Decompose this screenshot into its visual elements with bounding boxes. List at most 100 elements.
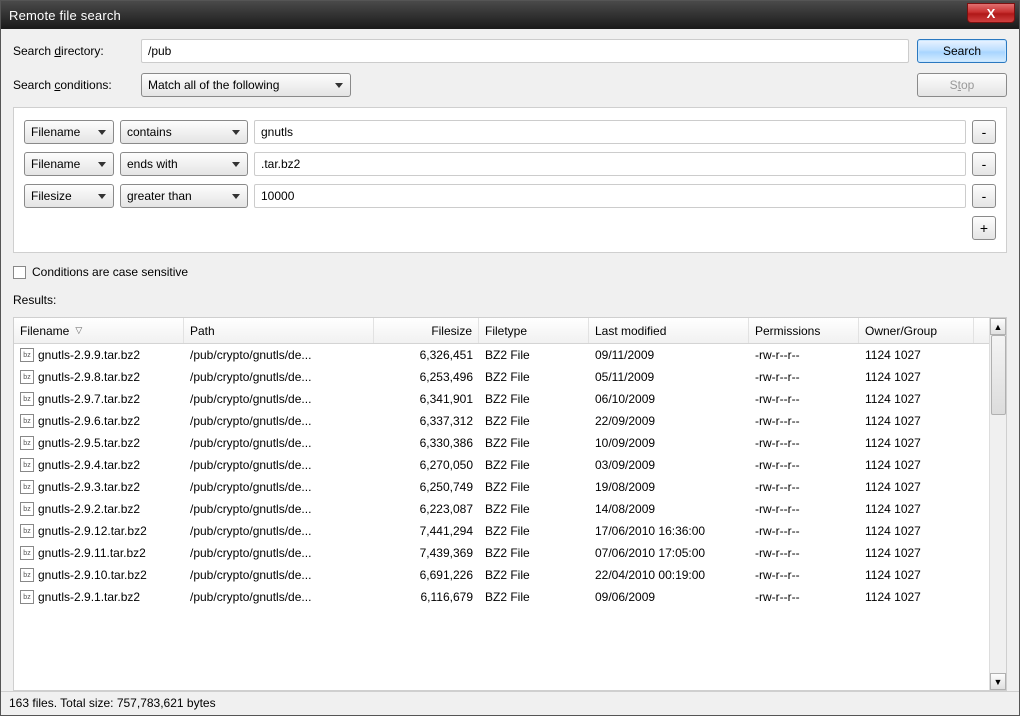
cell-filetype: BZ2 File bbox=[479, 345, 589, 365]
minus-icon: - bbox=[982, 156, 987, 172]
plus-icon: + bbox=[980, 220, 988, 236]
condition-field-value: Filesize bbox=[31, 189, 72, 203]
table-row[interactable]: bzgnutls-2.9.12.tar.bz2/pub/crypto/gnutl… bbox=[14, 520, 989, 542]
cell-filename: bzgnutls-2.9.8.tar.bz2 bbox=[14, 367, 184, 387]
cell-filetype: BZ2 File bbox=[479, 499, 589, 519]
table-row[interactable]: bzgnutls-2.9.7.tar.bz2/pub/crypto/gnutls… bbox=[14, 388, 989, 410]
condition-value-input[interactable] bbox=[254, 152, 966, 176]
cell-owner-group: 1124 1027 bbox=[859, 455, 974, 475]
cell-filetype: BZ2 File bbox=[479, 433, 589, 453]
file-icon: bz bbox=[20, 348, 34, 362]
condition-op-dropdown[interactable]: contains bbox=[120, 120, 248, 144]
cell-last-modified: 17/06/2010 16:36:00 bbox=[589, 521, 749, 541]
condition-op-dropdown[interactable]: greater than bbox=[120, 184, 248, 208]
titlebar[interactable]: Remote file search X bbox=[1, 1, 1019, 29]
file-icon: bz bbox=[20, 546, 34, 560]
column-header-filesize[interactable]: Filesize bbox=[374, 318, 479, 343]
cell-filesize: 6,341,901 bbox=[374, 389, 479, 409]
table-row[interactable]: bzgnutls-2.9.10.tar.bz2/pub/crypto/gnutl… bbox=[14, 564, 989, 586]
file-icon: bz bbox=[20, 590, 34, 604]
table-row[interactable]: bzgnutls-2.9.4.tar.bz2/pub/crypto/gnutls… bbox=[14, 454, 989, 476]
stop-button[interactable]: Stop bbox=[917, 73, 1007, 97]
table-row[interactable]: bzgnutls-2.9.1.tar.bz2/pub/crypto/gnutls… bbox=[14, 586, 989, 608]
results-label: Results: bbox=[13, 293, 1007, 307]
conditions-panel: Filename contains - Filename ends with -… bbox=[13, 107, 1007, 253]
table-row[interactable]: bzgnutls-2.9.6.tar.bz2/pub/crypto/gnutls… bbox=[14, 410, 989, 432]
cell-permissions: -rw-r--r-- bbox=[749, 521, 859, 541]
table-header: Filename▽ Path Filesize Filetype Last mo… bbox=[14, 318, 989, 344]
match-mode-dropdown[interactable]: Match all of the following bbox=[141, 73, 351, 97]
close-button[interactable]: X bbox=[967, 3, 1015, 23]
remove-condition-button[interactable]: - bbox=[972, 184, 996, 208]
cell-last-modified: 22/09/2009 bbox=[589, 411, 749, 431]
cell-filetype: BZ2 File bbox=[479, 455, 589, 475]
cell-permissions: -rw-r--r-- bbox=[749, 543, 859, 563]
cell-path: /pub/crypto/gnutls/de... bbox=[184, 543, 374, 563]
cell-owner-group: 1124 1027 bbox=[859, 499, 974, 519]
condition-op-dropdown[interactable]: ends with bbox=[120, 152, 248, 176]
cell-path: /pub/crypto/gnutls/de... bbox=[184, 565, 374, 585]
table-row[interactable]: bzgnutls-2.9.8.tar.bz2/pub/crypto/gnutls… bbox=[14, 366, 989, 388]
table-row[interactable]: bzgnutls-2.9.3.tar.bz2/pub/crypto/gnutls… bbox=[14, 476, 989, 498]
scroll-thumb[interactable] bbox=[991, 335, 1006, 415]
cell-permissions: -rw-r--r-- bbox=[749, 345, 859, 365]
column-header-last-modified[interactable]: Last modified bbox=[589, 318, 749, 343]
column-header-filename[interactable]: Filename▽ bbox=[14, 318, 184, 343]
cell-filesize: 7,439,369 bbox=[374, 543, 479, 563]
search-button[interactable]: Search bbox=[917, 39, 1007, 63]
column-header-path[interactable]: Path bbox=[184, 318, 374, 343]
file-icon: bz bbox=[20, 502, 34, 516]
condition-field-dropdown[interactable]: Filename bbox=[24, 152, 114, 176]
file-icon: bz bbox=[20, 568, 34, 582]
file-icon: bz bbox=[20, 458, 34, 472]
condition-row: Filename contains - bbox=[24, 120, 996, 144]
cell-path: /pub/crypto/gnutls/de... bbox=[184, 499, 374, 519]
table-row[interactable]: bzgnutls-2.9.5.tar.bz2/pub/crypto/gnutls… bbox=[14, 432, 989, 454]
table-row[interactable]: bzgnutls-2.9.11.tar.bz2/pub/crypto/gnutl… bbox=[14, 542, 989, 564]
cell-filetype: BZ2 File bbox=[479, 587, 589, 607]
cell-filetype: BZ2 File bbox=[479, 411, 589, 431]
cell-filename: bzgnutls-2.9.7.tar.bz2 bbox=[14, 389, 184, 409]
condition-field-dropdown[interactable]: Filename bbox=[24, 120, 114, 144]
cell-last-modified: 05/11/2009 bbox=[589, 367, 749, 387]
condition-field-dropdown[interactable]: Filesize bbox=[24, 184, 114, 208]
condition-value-input[interactable] bbox=[254, 120, 966, 144]
condition-op-value: contains bbox=[127, 125, 172, 139]
table-row[interactable]: bzgnutls-2.9.9.tar.bz2/pub/crypto/gnutls… bbox=[14, 344, 989, 366]
cell-permissions: -rw-r--r-- bbox=[749, 389, 859, 409]
add-condition-button[interactable]: + bbox=[972, 216, 996, 240]
cell-permissions: -rw-r--r-- bbox=[749, 499, 859, 519]
cell-filesize: 6,270,050 bbox=[374, 455, 479, 475]
cell-owner-group: 1124 1027 bbox=[859, 433, 974, 453]
column-header-owner-group[interactable]: Owner/Group bbox=[859, 318, 974, 343]
table-row[interactable]: bzgnutls-2.9.2.tar.bz2/pub/crypto/gnutls… bbox=[14, 498, 989, 520]
cell-filesize: 6,330,386 bbox=[374, 433, 479, 453]
condition-row: Filename ends with - bbox=[24, 152, 996, 176]
remove-condition-button[interactable]: - bbox=[972, 152, 996, 176]
cell-filesize: 7,441,294 bbox=[374, 521, 479, 541]
column-header-filetype[interactable]: Filetype bbox=[479, 318, 589, 343]
cell-filetype: BZ2 File bbox=[479, 389, 589, 409]
vertical-scrollbar[interactable]: ▲ ▼ bbox=[989, 318, 1006, 690]
cell-last-modified: 09/06/2009 bbox=[589, 587, 749, 607]
cell-permissions: -rw-r--r-- bbox=[749, 587, 859, 607]
cell-filesize: 6,691,226 bbox=[374, 565, 479, 585]
column-header-permissions[interactable]: Permissions bbox=[749, 318, 859, 343]
search-directory-input[interactable] bbox=[141, 39, 909, 63]
match-mode-value: Match all of the following bbox=[148, 78, 279, 92]
file-icon: bz bbox=[20, 480, 34, 494]
cell-filesize: 6,250,749 bbox=[374, 477, 479, 497]
remove-condition-button[interactable]: - bbox=[972, 120, 996, 144]
cell-filetype: BZ2 File bbox=[479, 477, 589, 497]
minus-icon: - bbox=[982, 188, 987, 204]
stop-button-label: Stop bbox=[950, 78, 975, 92]
file-icon: bz bbox=[20, 370, 34, 384]
case-sensitive-checkbox[interactable] bbox=[13, 266, 26, 279]
cell-last-modified: 07/06/2010 17:05:00 bbox=[589, 543, 749, 563]
sort-descending-icon: ▽ bbox=[75, 325, 82, 336]
scroll-down-button[interactable]: ▼ bbox=[990, 673, 1006, 690]
scroll-up-button[interactable]: ▲ bbox=[990, 318, 1006, 335]
condition-op-value: greater than bbox=[127, 189, 192, 203]
condition-value-input[interactable] bbox=[254, 184, 966, 208]
cell-filetype: BZ2 File bbox=[479, 367, 589, 387]
